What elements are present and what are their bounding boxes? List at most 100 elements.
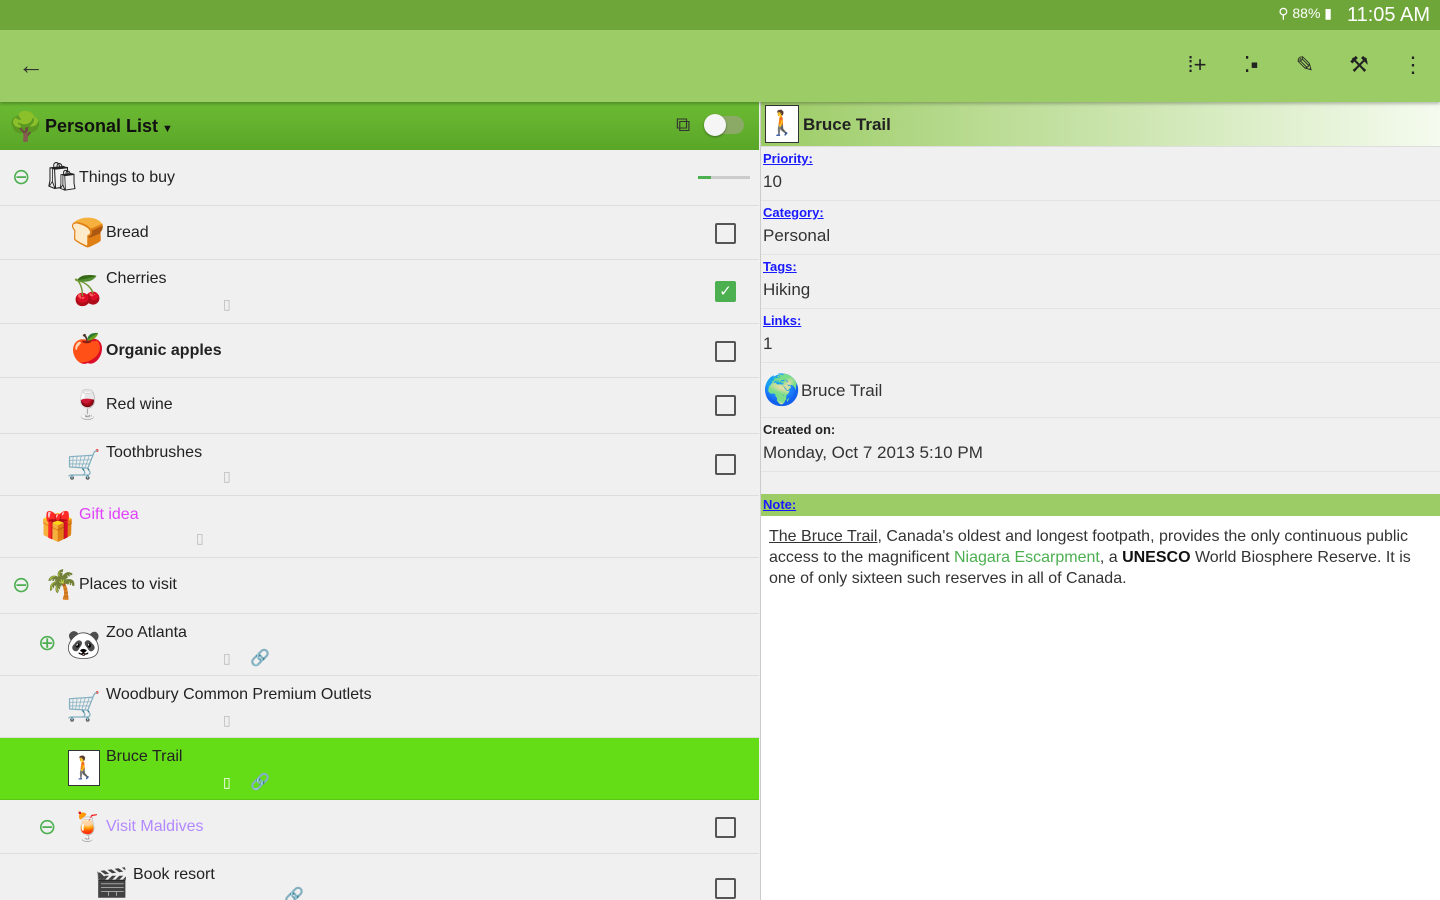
item-label: Woodbury Common Premium Outlets	[106, 686, 372, 703]
collapse-icon[interactable]: ⊖	[12, 164, 30, 190]
checkbox-checked[interactable]: ✓	[715, 281, 736, 302]
shopping-cart-icon: 🛒	[66, 449, 101, 480]
checkbox[interactable]	[715, 878, 736, 899]
item-label: Organic apples	[106, 342, 222, 359]
link-icon: 🔗	[284, 888, 304, 900]
link-item[interactable]: 🌍 Bruce Trail	[761, 363, 1440, 418]
checkbox[interactable]	[715, 395, 736, 416]
note-bold-unesco: UNESCO	[1122, 549, 1191, 566]
list-item[interactable]: ⊖ 🍹 Visit Maldives	[0, 800, 759, 854]
list-item[interactable]: 🍒 Cherries ▯ ✓	[0, 260, 759, 324]
item-label: Cherries	[106, 270, 167, 287]
list-item[interactable]: 🍷 Red wine	[0, 378, 759, 434]
note-body: The Bruce Trail, Canada's oldest and lon…	[761, 516, 1440, 599]
progress-bar	[698, 176, 750, 179]
note-icon: ▯	[223, 296, 231, 312]
checkbox[interactable]	[715, 454, 736, 475]
more-vert-icon[interactable]: ⋮	[1400, 52, 1426, 78]
shopping-cart-icon: 🛒	[66, 691, 101, 722]
note-label[interactable]: Note:	[763, 497, 796, 512]
palm-tree-icon: 🌴	[44, 569, 79, 600]
item-label: Gift idea	[79, 506, 139, 523]
list-item[interactable]: 🛒 Woodbury Common Premium Outlets ▯	[0, 676, 759, 738]
tools-icon[interactable]: ⚒	[1346, 52, 1372, 78]
divider	[761, 472, 1440, 494]
priority-label[interactable]: Priority:	[763, 151, 1439, 166]
detail-pane: 🚶 Bruce Trail Priority: 10 Category: Per…	[760, 102, 1440, 900]
list-header: 🌳 Personal List ▼ ⧉	[0, 102, 759, 151]
link-name[interactable]: Bruce Trail	[801, 381, 882, 401]
note-icon: ▯	[196, 530, 204, 546]
hiker-icon: 🚶	[68, 750, 100, 786]
links-count: 1	[763, 334, 773, 353]
list-item[interactable]: 🎬 Book resort 🔗	[0, 854, 759, 900]
app-bar: ← ⁞+ ⁚▪ ✎ ⚒ ⋮	[0, 30, 1440, 102]
tags-field[interactable]: Tags: Hiking	[761, 255, 1440, 309]
panda-icon: 🐼	[66, 629, 101, 660]
list-item[interactable]: 🍞 Bread	[0, 206, 759, 260]
detail-header: 🚶 Bruce Trail	[761, 102, 1440, 147]
list-title-dropdown[interactable]: Personal List ▼	[45, 116, 173, 137]
note-icon: ▯	[223, 650, 231, 666]
created-field: Created on: Monday, Oct 7 2013 5:10 PM	[761, 418, 1440, 472]
view-toggle[interactable]	[704, 114, 744, 136]
bread-icon: 🍞	[70, 217, 105, 248]
list-item[interactable]: ⊕ 🐼 Zoo Atlanta ▯ 🔗	[0, 614, 759, 676]
collapse-icon[interactable]: ⊖	[38, 814, 56, 840]
list-item[interactable]: 🍎 Organic apples	[0, 324, 759, 378]
note-text: , a	[1099, 549, 1123, 566]
item-label: Zoo Atlanta	[106, 624, 187, 641]
note-icon: ▯	[223, 712, 231, 728]
links-label[interactable]: Links:	[763, 313, 1439, 328]
wifi-battery-icons: ⚲ 88% ▮	[1278, 5, 1332, 21]
item-label: Bread	[106, 224, 149, 241]
item-label: Toothbrushes	[106, 444, 203, 461]
detail-title: Bruce Trail	[803, 115, 891, 134]
priority-value: 10	[763, 172, 782, 191]
category-field[interactable]: Category: Personal	[761, 201, 1440, 255]
item-label: Places to visit	[79, 576, 177, 593]
list-item[interactable]: 🎁 Gift idea ▯	[0, 496, 759, 558]
item-label: Bruce Trail	[106, 748, 183, 765]
clock: 11:05 AM	[1346, 4, 1430, 26]
add-below-icon[interactable]: ⁞+	[1184, 52, 1210, 78]
priority-field[interactable]: Priority: 10	[761, 147, 1440, 201]
cherries-icon: 🍒	[70, 275, 105, 306]
gift-icon: 🎁	[40, 511, 75, 542]
apple-icon: 🍎	[70, 333, 105, 364]
tags-label[interactable]: Tags:	[763, 259, 1439, 274]
add-child-icon[interactable]: ⁚▪	[1238, 52, 1264, 78]
toolbar-actions: ⁞+ ⁚▪ ✎ ⚒ ⋮	[1184, 52, 1426, 78]
category-value: Personal	[763, 226, 831, 245]
edit-pencil-icon[interactable]: ✎	[1292, 52, 1318, 78]
wine-icon: 🍷	[70, 389, 105, 420]
collapse-icon[interactable]: ⊖	[12, 572, 30, 598]
checkbox[interactable]	[715, 341, 736, 362]
note-header: Note:	[761, 494, 1440, 516]
note-link-bruce-trail[interactable]: The Bruce Trail	[769, 528, 877, 545]
shopping-bag-icon: 🛍	[44, 161, 80, 192]
item-label: Visit Maldives	[106, 818, 204, 835]
item-label: Book resort	[133, 866, 215, 883]
checkbox[interactable]	[715, 223, 736, 244]
status-bar: ⚲ 88% ▮ 11:05 AM	[0, 0, 1440, 30]
item-label: Things to buy	[79, 169, 176, 186]
clapperboard-icon: 🎬	[94, 867, 129, 898]
list-item[interactable]: 🛒 Toothbrushes ▯	[0, 434, 759, 496]
expand-icon[interactable]: ⊕	[38, 630, 56, 656]
copy-icon[interactable]: ⧉	[676, 114, 690, 137]
drink-icon: 🍹	[70, 811, 105, 842]
back-arrow-icon[interactable]: ←	[18, 50, 44, 81]
tree-icon: 🌳	[8, 111, 43, 142]
link-icon: 🔗	[250, 650, 270, 667]
list-item-selected[interactable]: 🚶 Bruce Trail ▯ 🔗	[0, 738, 759, 800]
category-label[interactable]: Category:	[763, 205, 1439, 220]
note-icon: ▯	[223, 468, 231, 484]
checkbox[interactable]	[715, 817, 736, 838]
note-link-niagara[interactable]: Niagara Escarpment	[954, 549, 1100, 566]
links-field[interactable]: Links: 1	[761, 309, 1440, 363]
list-item[interactable]: ⊖ 🌴 Places to visit	[0, 558, 759, 614]
created-value: Monday, Oct 7 2013 5:10 PM	[763, 443, 983, 462]
list-item[interactable]: ⊖ 🛍 Things to buy	[0, 150, 759, 206]
item-label: Red wine	[106, 396, 173, 413]
